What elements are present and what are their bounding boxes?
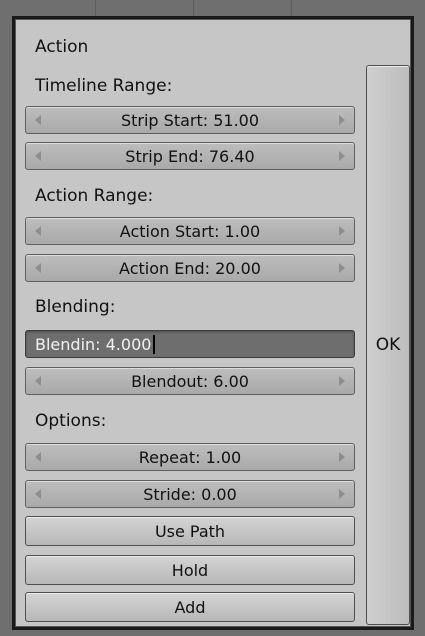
blendout-field[interactable]: Blendout: 6.00 [25, 367, 355, 395]
panel-title: Action [35, 37, 89, 57]
add-button[interactable]: Add [25, 592, 355, 622]
increment-arrow-icon[interactable] [339, 489, 345, 499]
strip-end-field[interactable]: Strip End: 76.40 [25, 142, 355, 170]
action-start-value: Action Start: 1.00 [119, 221, 261, 241]
decrement-arrow-icon[interactable] [35, 452, 41, 462]
blendin-value: Blendin: 4.000 [35, 334, 152, 354]
repeat-value: Repeat: 1.00 [138, 447, 242, 467]
stride-field[interactable]: Stride: 0.00 [25, 480, 355, 508]
decrement-arrow-icon[interactable] [35, 151, 41, 161]
stride-value: Stride: 0.00 [143, 484, 237, 504]
use-path-button[interactable]: Use Path [25, 516, 355, 546]
screen: Action Timeline Range: Strip Start: 51.0… [0, 0, 425, 636]
increment-arrow-icon[interactable] [339, 452, 345, 462]
action-end-field[interactable]: Action End: 20.00 [25, 254, 355, 282]
decrement-arrow-icon[interactable] [35, 489, 41, 499]
blendout-value: Blendout: 6.00 [131, 371, 249, 391]
strip-end-value: Strip End: 76.40 [125, 146, 255, 166]
hold-button[interactable]: Hold [25, 555, 355, 585]
section-label-action-range: Action Range: [35, 186, 154, 206]
increment-arrow-icon[interactable] [339, 263, 345, 273]
text-cursor [153, 334, 156, 354]
increment-arrow-icon[interactable] [339, 376, 345, 386]
increment-arrow-icon[interactable] [339, 226, 345, 236]
repeat-field[interactable]: Repeat: 1.00 [25, 443, 355, 471]
action-start-field[interactable]: Action Start: 1.00 [25, 217, 355, 245]
action-popup-panel: Action Timeline Range: Strip Start: 51.0… [12, 16, 414, 630]
decrement-arrow-icon[interactable] [35, 226, 41, 236]
strip-start-value: Strip Start: 51.00 [120, 110, 260, 130]
section-label-options: Options: [35, 411, 107, 431]
increment-arrow-icon[interactable] [339, 115, 345, 125]
decrement-arrow-icon[interactable] [35, 263, 41, 273]
decrement-arrow-icon[interactable] [35, 115, 41, 125]
ok-button[interactable]: OK [366, 65, 410, 625]
decrement-arrow-icon[interactable] [35, 376, 41, 386]
blendin-field[interactable]: Blendin: 4.000 [25, 330, 355, 358]
strip-start-field[interactable]: Strip Start: 51.00 [25, 106, 355, 134]
section-label-blending: Blending: [35, 297, 116, 317]
action-end-value: Action End: 20.00 [119, 258, 261, 278]
section-label-timeline-range: Timeline Range: [35, 76, 173, 96]
increment-arrow-icon[interactable] [339, 151, 345, 161]
